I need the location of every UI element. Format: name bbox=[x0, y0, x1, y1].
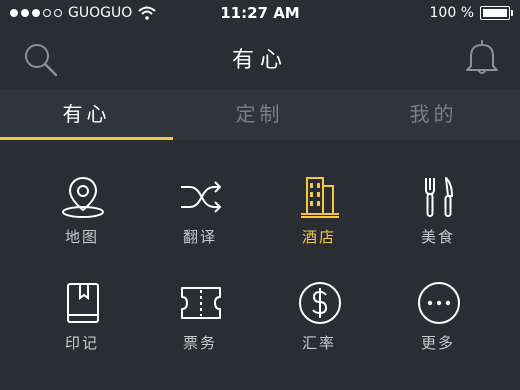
more-dots-icon bbox=[418, 282, 460, 324]
feature-map[interactable]: 地图 bbox=[22, 174, 142, 274]
feature-food[interactable]: 美食 bbox=[378, 174, 498, 274]
tab-label: 有心 bbox=[62, 102, 111, 126]
feature-label: 票务 bbox=[182, 334, 217, 352]
feature-exchange[interactable]: 汇率 bbox=[259, 280, 379, 380]
feature-label: 汇率 bbox=[301, 334, 336, 352]
ticket-icon bbox=[181, 287, 221, 319]
feature-translate[interactable]: 翻译 bbox=[140, 174, 260, 274]
feature-journal[interactable]: 印记 bbox=[22, 280, 142, 380]
status-bar: GUOGUO 11:27 AM 100 % bbox=[0, 0, 520, 26]
feature-label: 更多 bbox=[420, 334, 455, 352]
feature-tickets[interactable]: 票务 bbox=[140, 280, 260, 380]
tab-label: 定制 bbox=[235, 102, 284, 126]
tab-dingzhi[interactable]: 定制 bbox=[173, 90, 346, 140]
book-bookmark-icon bbox=[67, 283, 99, 323]
feature-label: 地图 bbox=[64, 228, 99, 246]
feature-label: 翻译 bbox=[182, 228, 217, 246]
tab-bar: 有心 定制 我的 bbox=[0, 90, 520, 141]
feature-hotel[interactable]: 酒店 bbox=[259, 174, 379, 274]
tab-label: 我的 bbox=[409, 102, 458, 126]
feature-label: 印记 bbox=[64, 334, 99, 352]
header-bar: 有心 bbox=[0, 26, 520, 90]
feature-grid: 地图 翻译 酒店 美食 印记 票务 汇率 更多 bbox=[0, 140, 520, 390]
map-pin-icon bbox=[62, 176, 104, 218]
tab-youxin[interactable]: 有心 bbox=[0, 90, 173, 140]
feature-label: 美食 bbox=[420, 228, 455, 246]
battery-icon bbox=[480, 6, 513, 20]
status-right: 100 % bbox=[429, 5, 513, 21]
bell-icon[interactable] bbox=[462, 37, 502, 77]
tab-wode[interactable]: 我的 bbox=[347, 90, 520, 140]
dollar-coin-icon bbox=[299, 282, 341, 324]
battery-fill bbox=[483, 9, 507, 17]
feature-label: 酒店 bbox=[301, 228, 336, 246]
hotel-building-icon bbox=[301, 177, 339, 218]
fork-knife-icon bbox=[425, 177, 453, 217]
feature-more[interactable]: 更多 bbox=[378, 280, 498, 380]
battery-percent: 100 % bbox=[429, 5, 474, 21]
page-title: 有心 bbox=[231, 48, 288, 73]
shuffle-icon bbox=[181, 181, 222, 213]
